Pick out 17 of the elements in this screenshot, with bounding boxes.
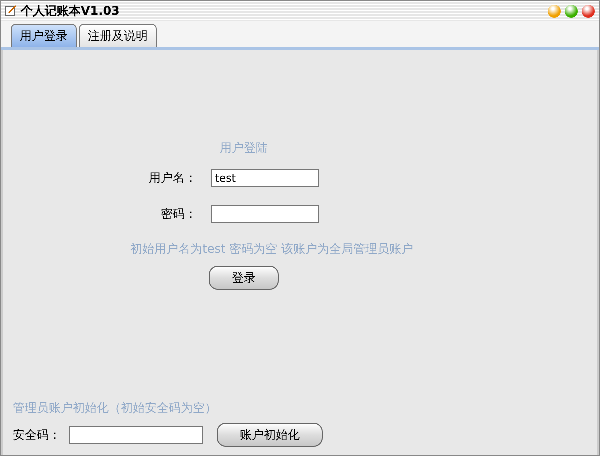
- hint-text: 初始用户名为test 密码为空 该账户为全局管理员账户: [130, 241, 414, 258]
- login-button[interactable]: 登录: [209, 266, 279, 290]
- reset-account-button[interactable]: 账户初始化: [217, 423, 323, 447]
- tab[interactable]: 注册及说明: [79, 24, 157, 47]
- security-code-field[interactable]: [69, 426, 203, 444]
- username-field[interactable]: test: [211, 169, 319, 187]
- maximize-button[interactable]: [565, 4, 578, 18]
- window-title: 个人记账本V1.03: [21, 2, 121, 20]
- notepad-icon: [5, 5, 17, 17]
- tab[interactable]: 用户登录: [11, 24, 77, 47]
- section-heading: 管理员账户初始化（初始安全码为空）: [13, 400, 217, 417]
- section-heading: 用户登陆: [220, 140, 268, 157]
- field-label: 密码：: [160, 206, 197, 222]
- field-label: 安全码：: [13, 426, 62, 444]
- field-label: 用户名：: [149, 170, 197, 186]
- close-button[interactable]: [582, 4, 595, 18]
- password-field[interactable]: [211, 205, 319, 223]
